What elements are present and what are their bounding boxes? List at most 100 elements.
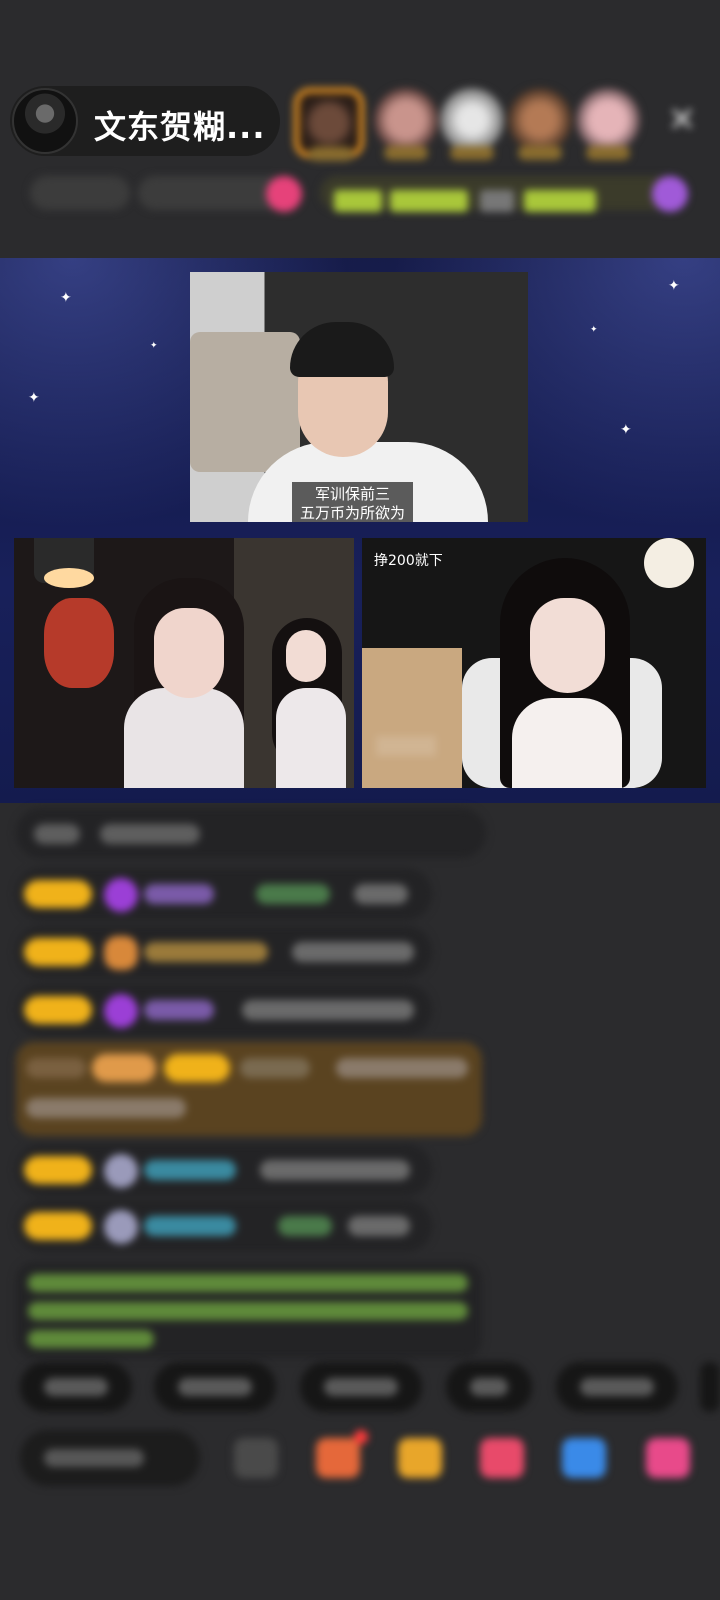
viewer-avatar[interactable] <box>576 88 640 160</box>
guest-video-tile-right[interactable]: 挣200就下 <box>362 538 706 788</box>
viewer-rank-badge <box>384 146 428 160</box>
viewer-avatar[interactable] <box>440 88 504 160</box>
quick-reply-chip[interactable] <box>446 1362 532 1412</box>
user-avatar <box>104 1154 138 1188</box>
activity-text <box>334 190 382 212</box>
guest-body <box>124 688 244 788</box>
small-overlay-text <box>376 736 436 756</box>
username <box>144 1160 236 1180</box>
username <box>240 1058 310 1078</box>
guest-face <box>286 630 326 682</box>
viewer-rank-badge <box>518 146 562 160</box>
caption-line-1: 军训保前三 <box>315 485 391 503</box>
quick-reply-chip[interactable] <box>154 1362 276 1412</box>
fan-badge <box>24 1212 92 1240</box>
star-decoration: ✦ <box>668 277 680 293</box>
chat-text <box>354 884 408 904</box>
chat-message[interactable] <box>16 1144 432 1196</box>
highlight-chat-message[interactable] <box>16 1042 482 1136</box>
quick-reply-chip[interactable] <box>556 1362 678 1412</box>
shop-icon[interactable] <box>398 1438 442 1478</box>
fan-badge <box>24 880 92 908</box>
flowers <box>44 598 114 688</box>
fan-badge <box>24 938 92 966</box>
game-icon[interactable] <box>480 1438 524 1478</box>
chat-text <box>26 1098 186 1118</box>
username <box>278 1216 332 1236</box>
host-info-pill[interactable]: 文东贺糊... <box>10 86 280 156</box>
chat-message[interactable] <box>16 1200 432 1252</box>
host-avatar[interactable] <box>12 88 78 154</box>
comment-input[interactable] <box>20 1430 200 1486</box>
viewer-avatar[interactable] <box>294 88 364 161</box>
quick-reply-chip[interactable] <box>20 1362 132 1412</box>
room-tag-chip[interactable] <box>30 176 130 210</box>
host-caption: 军训保前三 五万币为所欲为 <box>292 482 414 522</box>
chip-text <box>178 1378 252 1396</box>
guest-body <box>512 698 622 788</box>
close-icon[interactable]: ✕ <box>664 102 700 138</box>
chat-text <box>100 824 200 844</box>
viewer-avatar[interactable] <box>374 88 438 160</box>
lamp <box>644 538 694 588</box>
notification-dot <box>354 1430 368 1444</box>
room-info-bar[interactable] <box>20 168 690 218</box>
chip-text <box>580 1378 654 1396</box>
link-icon[interactable] <box>562 1438 606 1478</box>
chat-text <box>336 1058 468 1078</box>
user-avatar <box>104 1210 138 1244</box>
fan-badge <box>24 1156 92 1184</box>
background-sofa <box>190 332 300 472</box>
chat-text <box>348 1216 410 1236</box>
host-name: 文东贺糊... <box>94 108 266 146</box>
fan-badge <box>164 1054 230 1082</box>
chat-text <box>292 942 414 962</box>
viewer-rank-badge <box>586 146 630 160</box>
chat-message[interactable] <box>16 868 432 920</box>
chat-message[interactable] <box>16 808 486 858</box>
notice-text <box>28 1302 468 1320</box>
system-notice <box>16 1262 482 1358</box>
star-decoration: ✦ <box>28 389 40 405</box>
lamp-glow <box>44 568 94 588</box>
guest-face <box>530 598 605 693</box>
activity-icon[interactable] <box>266 176 302 212</box>
guest-video-tile-left[interactable] <box>14 538 354 788</box>
guest-tile-label: 挣200就下 <box>374 553 443 569</box>
gift-icon[interactable] <box>646 1438 690 1478</box>
chat-message[interactable] <box>16 984 432 1036</box>
chip-text <box>470 1378 508 1396</box>
host-video-tile[interactable]: 军训保前三 五万币为所欲为 <box>190 272 528 522</box>
viewer-rank-badge <box>450 146 494 160</box>
username <box>144 1216 236 1236</box>
quick-reply-chip[interactable] <box>700 1362 720 1412</box>
chat-text <box>26 1058 86 1078</box>
chat-text <box>260 1160 410 1180</box>
chat-message[interactable] <box>16 926 432 978</box>
room-activity-chip[interactable] <box>320 176 680 212</box>
notice-text <box>28 1274 468 1292</box>
guest-body <box>276 688 346 788</box>
username <box>256 884 330 904</box>
quick-reply-chip[interactable] <box>300 1362 422 1412</box>
co-host-stage: ✦ ✦ ✦ ✦ ✦ ✦ 军训保前三 五万币为所欲为 挣200就下 <box>0 258 720 803</box>
caption-line-2: 五万币为所欲为 <box>300 504 406 522</box>
activity-text <box>480 190 514 212</box>
star-decoration: ✦ <box>150 340 158 350</box>
emoji-icon[interactable] <box>234 1438 278 1478</box>
chip-text <box>44 1378 108 1396</box>
star-decoration: ✦ <box>620 421 632 437</box>
username <box>144 1000 214 1020</box>
gift-box-icon[interactable] <box>316 1438 360 1478</box>
chat-text <box>242 1000 414 1020</box>
gem-icon <box>104 936 138 970</box>
chat-text <box>34 824 80 844</box>
username <box>144 942 268 962</box>
more-icon[interactable] <box>652 176 688 212</box>
viewer-avatar[interactable] <box>508 88 572 160</box>
guest-face <box>154 608 224 698</box>
star-decoration: ✦ <box>590 324 598 334</box>
host-hair <box>290 322 394 377</box>
top-viewers-list[interactable] <box>290 82 660 162</box>
star-decoration: ✦ <box>60 289 72 305</box>
